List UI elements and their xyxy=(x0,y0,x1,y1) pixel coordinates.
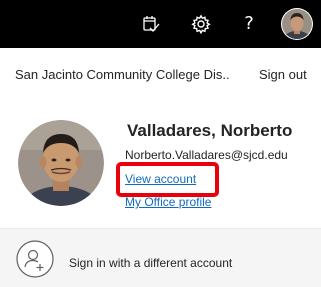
highlight-annotation xyxy=(116,162,219,197)
user-email: Norberto.Valladares@sjcd.edu xyxy=(125,148,288,162)
account-panel: San Jacinto Community College Dis... Sig… xyxy=(0,48,321,287)
profile-photo xyxy=(18,120,104,206)
gear-icon xyxy=(191,14,211,34)
add-person-icon xyxy=(16,240,54,278)
todo-check-icon xyxy=(143,16,160,32)
sign-in-different-account-label: Sign in with a different account xyxy=(69,256,233,270)
help-button[interactable]: ? xyxy=(225,0,273,48)
sign-out-link[interactable]: Sign out xyxy=(259,67,307,82)
organization-name: San Jacinto Community College Dis... xyxy=(15,67,230,82)
my-office-profile-link[interactable]: My Office profile xyxy=(125,195,211,209)
user-display-name: Valladares, Norberto xyxy=(127,121,293,140)
settings-button[interactable] xyxy=(177,0,225,48)
account-panel-header: San Jacinto Community College Dis... Sig… xyxy=(0,48,321,100)
avatar xyxy=(281,8,313,40)
top-bar: ? xyxy=(0,0,321,48)
profile-photo-image xyxy=(18,120,104,206)
account-avatar-button[interactable] xyxy=(273,0,321,48)
todo-button[interactable] xyxy=(127,0,175,48)
sign-in-different-account-button[interactable]: Sign in with a different account xyxy=(0,228,321,287)
help-icon: ? xyxy=(244,13,254,34)
